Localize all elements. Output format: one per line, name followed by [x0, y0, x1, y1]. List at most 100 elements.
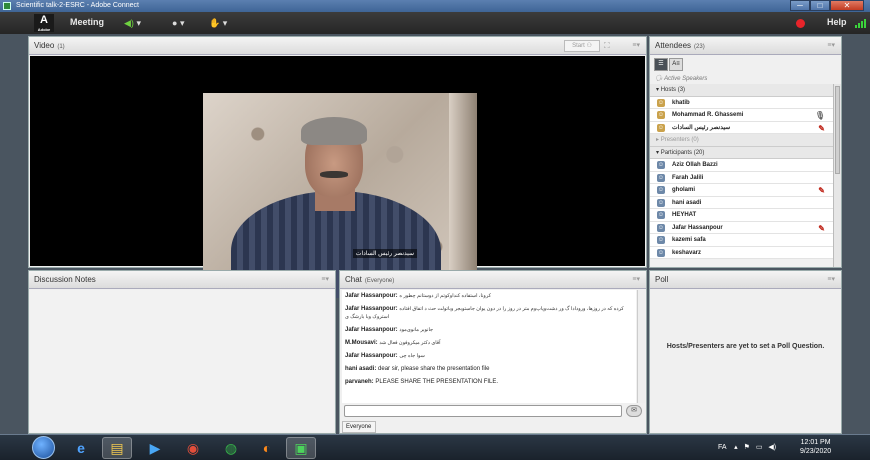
participant-user-icon: ☺ [657, 248, 665, 257]
microphone-muted-icon: ✎ [818, 223, 825, 233]
window-controls: ─ □ ✕ [790, 0, 864, 11]
notes-title: Discussion Notes [34, 275, 96, 284]
help-menu[interactable]: Help [827, 17, 847, 27]
list-item[interactable]: ☺ Aziz Ollah Bazzi [650, 159, 833, 172]
notes-body[interactable] [30, 290, 334, 432]
meeting-menu[interactable]: Meeting [70, 17, 104, 27]
poll-pod-menu-icon[interactable]: ≡▾ [827, 271, 835, 289]
windows-taskbar: e ▤ ▶ ◉ ◍ ◐ ▣ FA ▴ ⚑ ▭ ◀) 12:01 PM 9/23/… [0, 434, 870, 460]
list-item[interactable]: ☺ kazemi safa [650, 234, 833, 247]
start-button[interactable] [32, 436, 55, 459]
adobe-connect-taskbar-icon[interactable]: ▣ [286, 437, 316, 459]
chat-message: Jafar Hassanpour: سوا جاه چی [345, 353, 425, 359]
video-pod-menu-icon[interactable]: ≡▾ [632, 37, 640, 55]
participant-user-icon: ☺ [657, 198, 665, 207]
microphone-dropdown-icon[interactable]: ▾ [136, 18, 141, 28]
notes-pod-header: Discussion Notes ≡▾ [29, 271, 335, 289]
raise-hand-button[interactable]: ✋ ▾ [209, 16, 227, 30]
participant-user-icon: ☺ [657, 186, 665, 194]
participant-user-icon: ☺ [657, 223, 665, 232]
attendees-title: Attendees [655, 41, 692, 50]
chat-message: M.Mousavi: آقای دکتر میکروفون فعال شد [345, 340, 441, 346]
chat-message: Jafar Hassanpour: جانوبر مانوی‌مود [345, 327, 434, 333]
active-speakers-label: 🗣 Active Speakers [655, 76, 708, 82]
attendee-view-toolbar: ☰ A≡ [654, 58, 683, 71]
video-pod-title: Video [34, 41, 55, 50]
list-view-icon[interactable]: ☰ [654, 58, 668, 71]
sort-view-icon[interactable]: A≡ [669, 58, 683, 71]
list-item[interactable]: ☺ HEYHAT [650, 209, 833, 222]
language-indicator[interactable]: FA [718, 444, 726, 451]
host-user-icon: ☺ [657, 111, 665, 119]
taskbar-clock[interactable]: 12:01 PM 9/23/2020 [800, 438, 831, 456]
file-explorer-icon[interactable]: ▤ [102, 437, 132, 459]
participant-video-feed[interactable] [203, 93, 477, 298]
list-item[interactable]: ☺ Jafar Hassanpour ✎ [650, 221, 833, 234]
flag-icon[interactable]: ⚑ [744, 444, 750, 451]
start-webcam-button[interactable]: Start ⚇ [564, 40, 600, 52]
chat-message: parvaneh: PLEASE SHARE THE PRESENTATION … [345, 379, 499, 385]
raise-hand-icon: ✋ [209, 18, 221, 28]
chat-message: Jafar Hassanpour: کرده که در روزها، ورود… [345, 306, 624, 320]
window-titlebar: Scientific talk-2-ESRC - Adobe Connect ─… [0, 0, 870, 12]
attendees-pod-menu-icon[interactable]: ≡▾ [827, 37, 835, 55]
hosts-group-header[interactable]: ▾ Hosts (3) [650, 84, 833, 97]
network-icon[interactable]: ▭ [756, 444, 763, 451]
list-item[interactable]: ☺ hani asadi [650, 196, 833, 209]
list-item[interactable]: ☺ keshavarz [650, 246, 833, 259]
media-player-icon[interactable]: ▶ [140, 437, 170, 459]
chat-pod: Chat (Everyone) ≡▾ Jafar Hassanpour: کرون… [339, 270, 647, 434]
show-hidden-icons-icon[interactable]: ▴ [734, 444, 738, 451]
internet-explorer-icon[interactable]: e [66, 437, 96, 459]
list-item[interactable]: ☺ Farah Jalili [650, 171, 833, 184]
list-item[interactable]: ☺ gholami ✎ [650, 184, 833, 197]
chat-tab-everyone[interactable]: Everyone [342, 421, 376, 433]
chat-message: Jafar Hassanpour: کرونا، استفاده کنداوکو… [345, 293, 491, 299]
webcam-icon: ● [172, 18, 178, 28]
fullscreen-icon[interactable]: ⛶ [604, 40, 616, 52]
attendees-pod: Attendees (23) ≡▾ ☰ A≡ 🗣 Active Speakers … [649, 36, 842, 268]
notes-pod-menu-icon[interactable]: ≡▾ [321, 271, 329, 289]
video-stage: سیدنصر رئیس السادات [30, 56, 645, 298]
chrome-icon[interactable]: ◍ [216, 437, 246, 459]
list-item[interactable]: ☺ سیدنصر رئیس السادات ✎ [650, 121, 833, 134]
discussion-notes-pod: Discussion Notes ≡▾ [28, 270, 336, 434]
recording-indicator-icon[interactable] [796, 19, 805, 28]
maximize-button[interactable]: □ [810, 0, 830, 11]
poll-empty-message: Hosts/Presenters are yet to set a Poll Q… [666, 343, 825, 350]
chat-scope: (Everyone) [364, 278, 395, 284]
close-button[interactable]: ✕ [830, 0, 864, 11]
scrollbar-thumb[interactable] [835, 86, 840, 174]
video-pod: Video (1) Start ⚇ ⛶ ≡▾ سیدنصر رئیس السادا… [28, 36, 647, 298]
participant-user-icon: ☺ [657, 161, 665, 169]
microphone-muted-icon: ✎ [818, 186, 825, 195]
minimize-button[interactable]: ─ [790, 0, 810, 11]
webcam-dropdown-icon[interactable]: ▾ [180, 18, 185, 28]
connection-signal-icon [855, 19, 867, 28]
status-dropdown-icon[interactable]: ▾ [223, 18, 228, 28]
volume-icon[interactable]: ◀) [768, 444, 776, 451]
presenters-group-header[interactable]: ▸ Presenters (0) [650, 134, 833, 147]
poll-pod: Poll ≡▾ Hosts/Presenters are yet to set … [649, 270, 842, 434]
video-participant-name: سیدنصر رئیس السادات [352, 249, 417, 258]
chat-scrollbar[interactable] [637, 290, 645, 403]
list-item[interactable]: ☺ Mohammad R. Ghassemi 🎙 [650, 109, 833, 122]
chat-title: Chat [345, 275, 362, 284]
app-icon[interactable]: ◉ [178, 437, 208, 459]
host-user-icon: ☺ [657, 123, 665, 132]
send-icon: ✉ [631, 407, 637, 414]
chat-input[interactable] [344, 405, 622, 417]
microphone-status-icon: 🎙 [814, 111, 825, 120]
send-message-button[interactable]: ✉ [626, 405, 642, 417]
firefox-icon[interactable]: ◐ [252, 437, 282, 459]
attendee-list-scrollbar[interactable] [833, 84, 841, 267]
participant-user-icon: ☺ [657, 211, 665, 219]
attendees-pod-header: Attendees (23) ≡▾ [650, 37, 841, 55]
adobe-logo: A Adobe [34, 14, 54, 32]
attendees-count: (23) [694, 44, 705, 50]
participants-group-header[interactable]: ▾ Participants (20) [650, 146, 833, 159]
list-item[interactable]: ☺ khatib [650, 96, 833, 109]
microphone-button[interactable]: ◀) ▾ [124, 16, 141, 30]
webcam-button[interactable]: ● ▾ [172, 16, 184, 30]
chat-pod-menu-icon[interactable]: ≡▾ [632, 271, 640, 289]
